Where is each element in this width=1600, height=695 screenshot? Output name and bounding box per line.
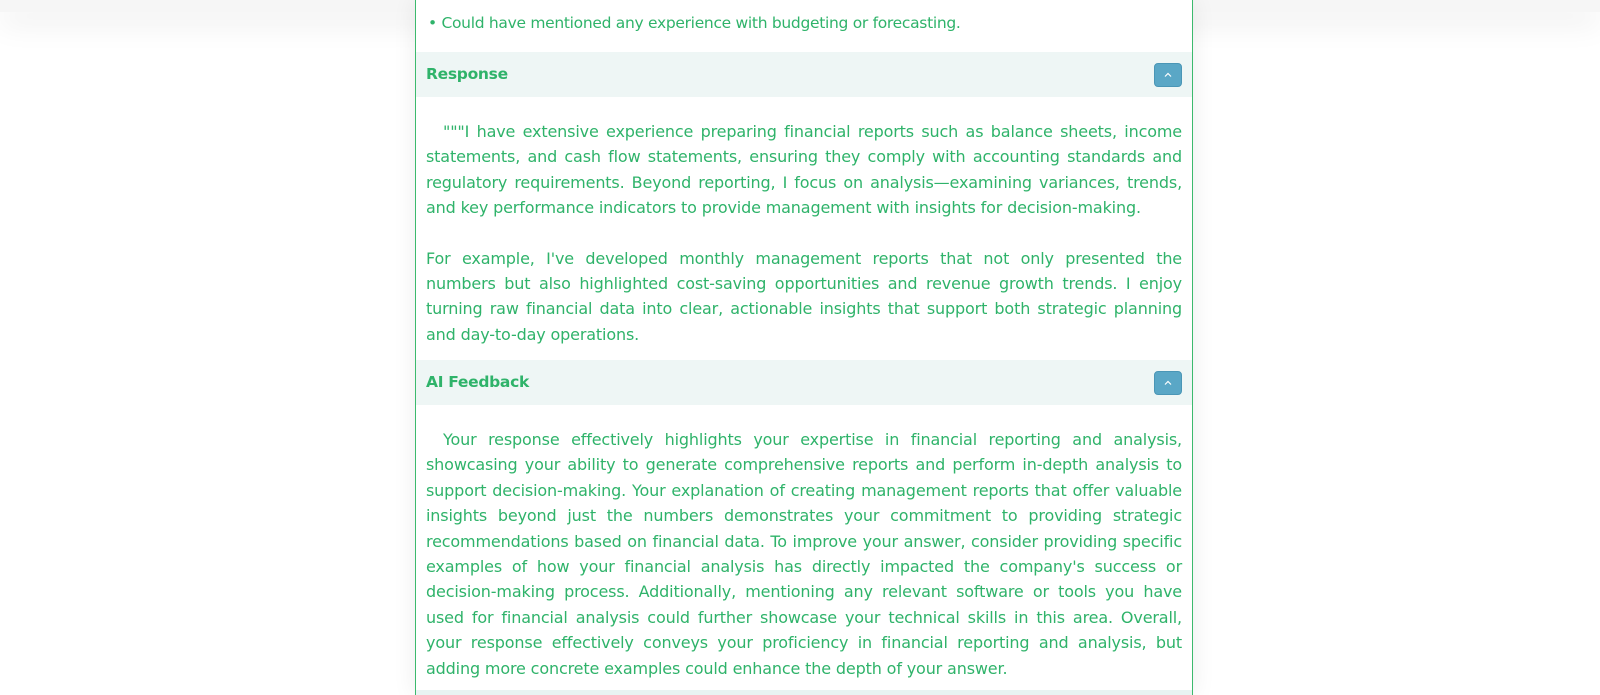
- ai-feedback-collapse-button[interactable]: [1154, 371, 1182, 395]
- response-collapse-button[interactable]: [1154, 63, 1182, 87]
- response-section-title: Response: [426, 65, 508, 83]
- interview-answer-panel: • Could have mentioned any experience wi…: [415, 0, 1193, 695]
- feedback-bullet-item: • Could have mentioned any experience wi…: [428, 14, 961, 32]
- chevron-up-icon: [1164, 380, 1172, 385]
- ai-feedback-paragraph: Your response effectively highlights you…: [426, 430, 1182, 678]
- response-paragraph-1: """I have extensive experience preparing…: [426, 122, 1182, 218]
- response-paragraph-2: For example, I've developed monthly mana…: [426, 248, 1182, 344]
- ai-feedback-section-header[interactable]: AI Feedback: [416, 360, 1192, 405]
- response-section-header[interactable]: Response: [416, 52, 1192, 97]
- ai-feedback-section-title: AI Feedback: [426, 373, 529, 391]
- chevron-up-icon: [1164, 72, 1172, 77]
- response-body: """I have extensive experience preparing…: [426, 119, 1182, 347]
- next-section-header-edge: [416, 690, 1192, 695]
- ai-feedback-body: Your response effectively highlights you…: [426, 427, 1182, 681]
